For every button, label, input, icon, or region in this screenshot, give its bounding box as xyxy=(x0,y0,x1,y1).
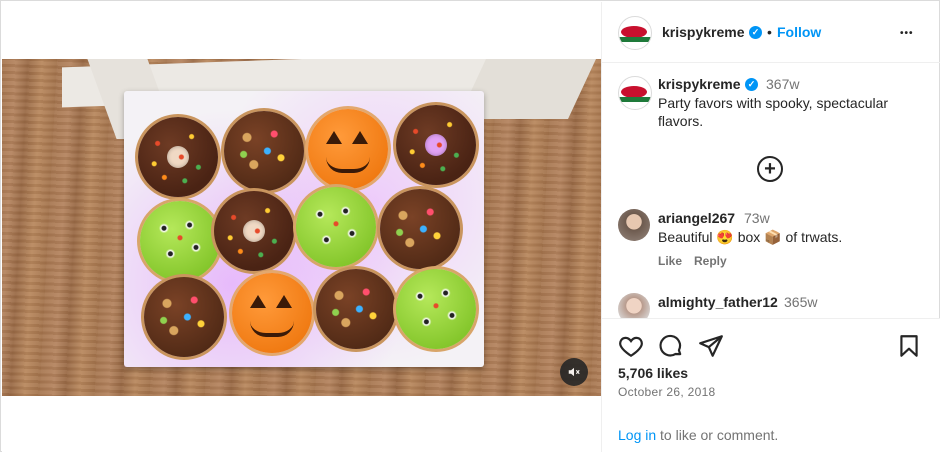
post-video[interactable] xyxy=(2,59,601,396)
donut-chocolate-sprinkle xyxy=(214,191,294,271)
post-date[interactable]: October 26, 2018 xyxy=(618,385,716,399)
package-emoji: 📦 xyxy=(764,229,782,245)
comment-username[interactable]: ariangel267 xyxy=(658,210,735,226)
comment-like-button[interactable]: Like xyxy=(658,254,682,268)
donut-chocolate-candy xyxy=(144,277,224,357)
follow-button[interactable]: Follow xyxy=(777,24,821,40)
donut-chocolate-candy xyxy=(224,111,304,191)
verified-badge-icon: ✓ xyxy=(749,26,762,39)
bookmark-icon[interactable] xyxy=(896,333,922,359)
donut-chocolate-sprinkle xyxy=(138,117,218,197)
donut-green-monster xyxy=(396,269,476,349)
comment-text: Beautiful 😍 box 📦 of trwats. xyxy=(658,229,843,245)
caption-time: 367w xyxy=(766,76,800,92)
login-prompt-text: to like or comment. xyxy=(656,427,779,443)
donut-chocolate-candy xyxy=(316,269,396,349)
login-link[interactable]: Log in xyxy=(618,427,656,443)
post-media[interactable] xyxy=(2,2,601,452)
donut-chocolate-sprinkle xyxy=(396,105,476,185)
heart-eyes-emoji: 😍 xyxy=(716,229,734,245)
comment-bubble-icon[interactable] xyxy=(658,333,684,359)
caption-text: Party favors with spooky, spectacular fl… xyxy=(658,95,889,129)
more-options-icon[interactable]: ••• xyxy=(900,28,914,39)
login-prompt: Log in to like or comment. xyxy=(618,427,778,443)
comment-username[interactable]: almighty_father12 xyxy=(658,294,778,310)
post-sidebar: krispykreme ✓ • Follow ••• krispykreme ✓… xyxy=(601,2,940,453)
comment-avatar[interactable] xyxy=(618,209,650,241)
donut-jack-o-lantern xyxy=(308,109,388,189)
post-header: krispykreme ✓ • Follow ••• xyxy=(602,2,940,63)
header-separator: • xyxy=(767,24,772,40)
verified-badge-icon: ✓ xyxy=(745,78,758,91)
comment-reply-button[interactable]: Reply xyxy=(694,254,727,268)
heart-icon[interactable] xyxy=(618,333,644,359)
plus-circle-icon[interactable]: + xyxy=(757,156,783,182)
mute-button[interactable] xyxy=(560,358,588,386)
author-avatar[interactable] xyxy=(618,16,652,50)
paper-plane-icon[interactable] xyxy=(698,333,724,359)
donut-green-monster xyxy=(296,187,376,267)
donut-box xyxy=(124,91,484,367)
post-actions: 5,706 likes October 26, 2018 Log in to l… xyxy=(602,318,940,453)
author-username[interactable]: krispykreme xyxy=(662,24,745,40)
caption-username[interactable]: krispykreme xyxy=(658,76,741,92)
caption-avatar[interactable] xyxy=(618,76,652,110)
like-count[interactable]: 5,706 likes xyxy=(618,365,688,381)
comment-time: 365w xyxy=(784,294,818,310)
donut-green-monster xyxy=(140,201,220,281)
speaker-muted-icon xyxy=(568,367,580,377)
comment-time: 73w xyxy=(744,210,770,226)
donut-chocolate-candy xyxy=(380,189,460,269)
donut-jack-o-lantern xyxy=(232,273,312,353)
post-frame: krispykreme ✓ • Follow ••• krispykreme ✓… xyxy=(0,0,940,453)
